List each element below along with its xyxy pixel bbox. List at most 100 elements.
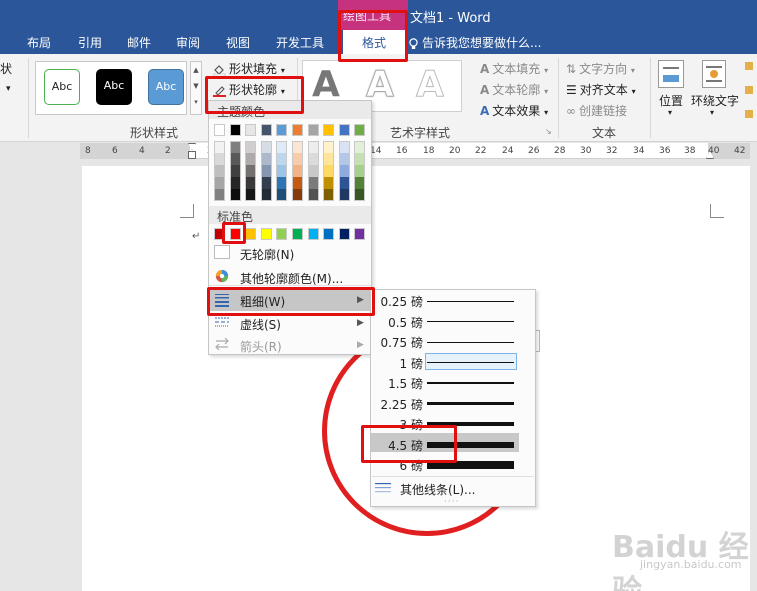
theme-shade-swatch[interactable] xyxy=(276,141,288,153)
theme-shade-swatch[interactable] xyxy=(354,165,366,177)
tab-view[interactable]: 视图 xyxy=(226,34,250,51)
standard-color-swatch[interactable] xyxy=(354,228,366,240)
tab-developer[interactable]: 开发工具 xyxy=(276,34,324,51)
theme-shade-swatch[interactable] xyxy=(307,165,319,177)
text-fill-button[interactable]: A 文本填充 ▾ xyxy=(480,60,548,77)
arrows-item[interactable]: 箭头(R) xyxy=(240,338,282,355)
theme-shade-swatch[interactable] xyxy=(323,141,335,153)
chevron-up-icon[interactable]: ▲ xyxy=(191,62,201,78)
tab-layout[interactable]: 布局 xyxy=(27,34,51,51)
weight-option-line[interactable] xyxy=(427,341,514,343)
tab-review[interactable]: 审阅 xyxy=(176,34,200,51)
theme-color-swatch[interactable] xyxy=(354,124,366,136)
text-direction-button[interactable]: ⇅ 文字方向 ▾ xyxy=(566,60,635,77)
resize-grip-icon[interactable]: ···· xyxy=(444,497,459,507)
theme-color-swatch[interactable] xyxy=(338,124,350,136)
theme-shade-swatch[interactable] xyxy=(229,177,241,189)
chevron-down-icon[interactable]: ▾ xyxy=(710,108,714,117)
create-link-button[interactable]: ∞ 创建链接 xyxy=(566,102,627,119)
theme-shade-swatch[interactable] xyxy=(260,165,272,177)
wordart-style-2[interactable]: A xyxy=(366,64,395,106)
theme-shade-swatch[interactable] xyxy=(276,165,288,177)
theme-color-swatch[interactable] xyxy=(292,124,303,136)
standard-color-swatch[interactable] xyxy=(338,228,350,240)
wrap-text-button[interactable]: 环绕文字 xyxy=(691,92,739,109)
shape-style-sample-1[interactable]: Abc xyxy=(44,69,80,105)
theme-color-swatch[interactable] xyxy=(276,124,288,136)
theme-shade-swatch[interactable] xyxy=(260,189,272,201)
standard-color-swatch[interactable] xyxy=(245,228,257,240)
standard-color-swatch[interactable] xyxy=(276,228,288,240)
theme-shade-swatch[interactable] xyxy=(214,189,225,201)
theme-shade-swatch[interactable] xyxy=(229,141,241,153)
theme-shade-swatch[interactable] xyxy=(229,165,241,177)
theme-shade-swatch[interactable] xyxy=(276,189,288,201)
theme-shade-swatch[interactable] xyxy=(260,141,272,153)
theme-color-swatch[interactable] xyxy=(260,124,272,136)
tab-references[interactable]: 引用 xyxy=(78,34,102,51)
chevron-down-icon[interactable]: ▾ xyxy=(668,108,672,117)
theme-shade-swatch[interactable] xyxy=(307,153,319,165)
theme-shade-swatch[interactable] xyxy=(354,141,366,153)
weight-option-line[interactable] xyxy=(427,382,514,384)
standard-color-swatch[interactable] xyxy=(323,228,335,240)
theme-shade-swatch[interactable] xyxy=(214,165,225,177)
no-outline-item[interactable]: 无轮廓(N) xyxy=(240,246,294,263)
theme-shade-swatch[interactable] xyxy=(338,189,350,201)
theme-shade-swatch[interactable] xyxy=(323,165,335,177)
theme-shade-swatch[interactable] xyxy=(260,177,272,189)
theme-shade-swatch[interactable] xyxy=(338,153,350,165)
ribbon-cut-left-label[interactable]: 状 xyxy=(0,60,12,77)
theme-color-swatch[interactable] xyxy=(245,124,257,136)
weight-option-line[interactable] xyxy=(427,321,514,322)
weight-option-label[interactable]: 0.5 磅 xyxy=(377,314,423,331)
standard-color-swatch[interactable] xyxy=(292,228,303,240)
theme-shade-swatch[interactable] xyxy=(245,153,257,165)
position-button[interactable]: 位置 xyxy=(659,92,683,109)
shape-style-sample-2[interactable]: Abc xyxy=(96,69,132,105)
gallery-scroll[interactable]: ▲ ▼ ▾ xyxy=(190,61,202,115)
theme-shade-swatch[interactable] xyxy=(214,141,225,153)
dashes-item[interactable]: 虚线(S) xyxy=(240,316,281,333)
weight-option-label[interactable]: 0.75 磅 xyxy=(377,334,423,351)
theme-shade-swatch[interactable] xyxy=(307,189,319,201)
tab-mailings[interactable]: 邮件 xyxy=(127,34,151,51)
weight-option-label[interactable]: 1.5 磅 xyxy=(377,375,423,392)
weight-option-line[interactable] xyxy=(427,300,514,302)
align-text-button[interactable]: ☰ 对齐文本 ▾ xyxy=(566,81,636,98)
standard-color-swatch[interactable] xyxy=(307,228,319,240)
chevron-down-icon[interactable]: ▼ xyxy=(191,78,201,94)
theme-shade-swatch[interactable] xyxy=(323,153,335,165)
theme-shade-swatch[interactable] xyxy=(292,165,303,177)
theme-shade-swatch[interactable] xyxy=(354,189,366,201)
tell-me-search[interactable]: 告诉我您想要做什么... xyxy=(408,34,541,51)
theme-shade-swatch[interactable] xyxy=(245,177,257,189)
theme-shade-swatch[interactable] xyxy=(292,189,303,201)
theme-shade-swatch[interactable] xyxy=(292,177,303,189)
dialog-launcher-icon[interactable]: ↘ xyxy=(545,127,552,136)
left-indent-marker[interactable] xyxy=(188,151,196,159)
theme-shade-swatch[interactable] xyxy=(229,189,241,201)
weight-option-label[interactable]: 1 磅 xyxy=(377,355,423,372)
theme-shade-swatch[interactable] xyxy=(245,165,257,177)
theme-shade-swatch[interactable] xyxy=(354,177,366,189)
theme-color-swatch[interactable] xyxy=(229,124,241,136)
theme-shade-swatch[interactable] xyxy=(276,153,288,165)
chevron-down-icon[interactable]: ▾ xyxy=(6,84,11,94)
standard-color-swatch[interactable] xyxy=(260,228,272,240)
weight-option-line[interactable] xyxy=(427,362,514,363)
more-lines-item[interactable]: 其他线条(L)... xyxy=(400,481,476,498)
text-effects-button[interactable]: A 文本效果 ▾ xyxy=(480,102,548,119)
theme-shade-swatch[interactable] xyxy=(292,141,303,153)
shape-style-sample-3[interactable]: Abc xyxy=(148,69,184,105)
theme-shade-swatch[interactable] xyxy=(292,153,303,165)
theme-shade-swatch[interactable] xyxy=(245,141,257,153)
wordart-style-3[interactable]: A xyxy=(416,64,445,106)
weight-option-label[interactable]: 0.25 磅 xyxy=(377,293,423,310)
shape-fill-button[interactable]: 形状填充 ▾ xyxy=(213,60,285,77)
theme-shade-swatch[interactable] xyxy=(229,153,241,165)
theme-shade-swatch[interactable] xyxy=(214,177,225,189)
theme-shade-swatch[interactable] xyxy=(338,141,350,153)
theme-shade-swatch[interactable] xyxy=(260,153,272,165)
theme-shade-swatch[interactable] xyxy=(354,153,366,165)
